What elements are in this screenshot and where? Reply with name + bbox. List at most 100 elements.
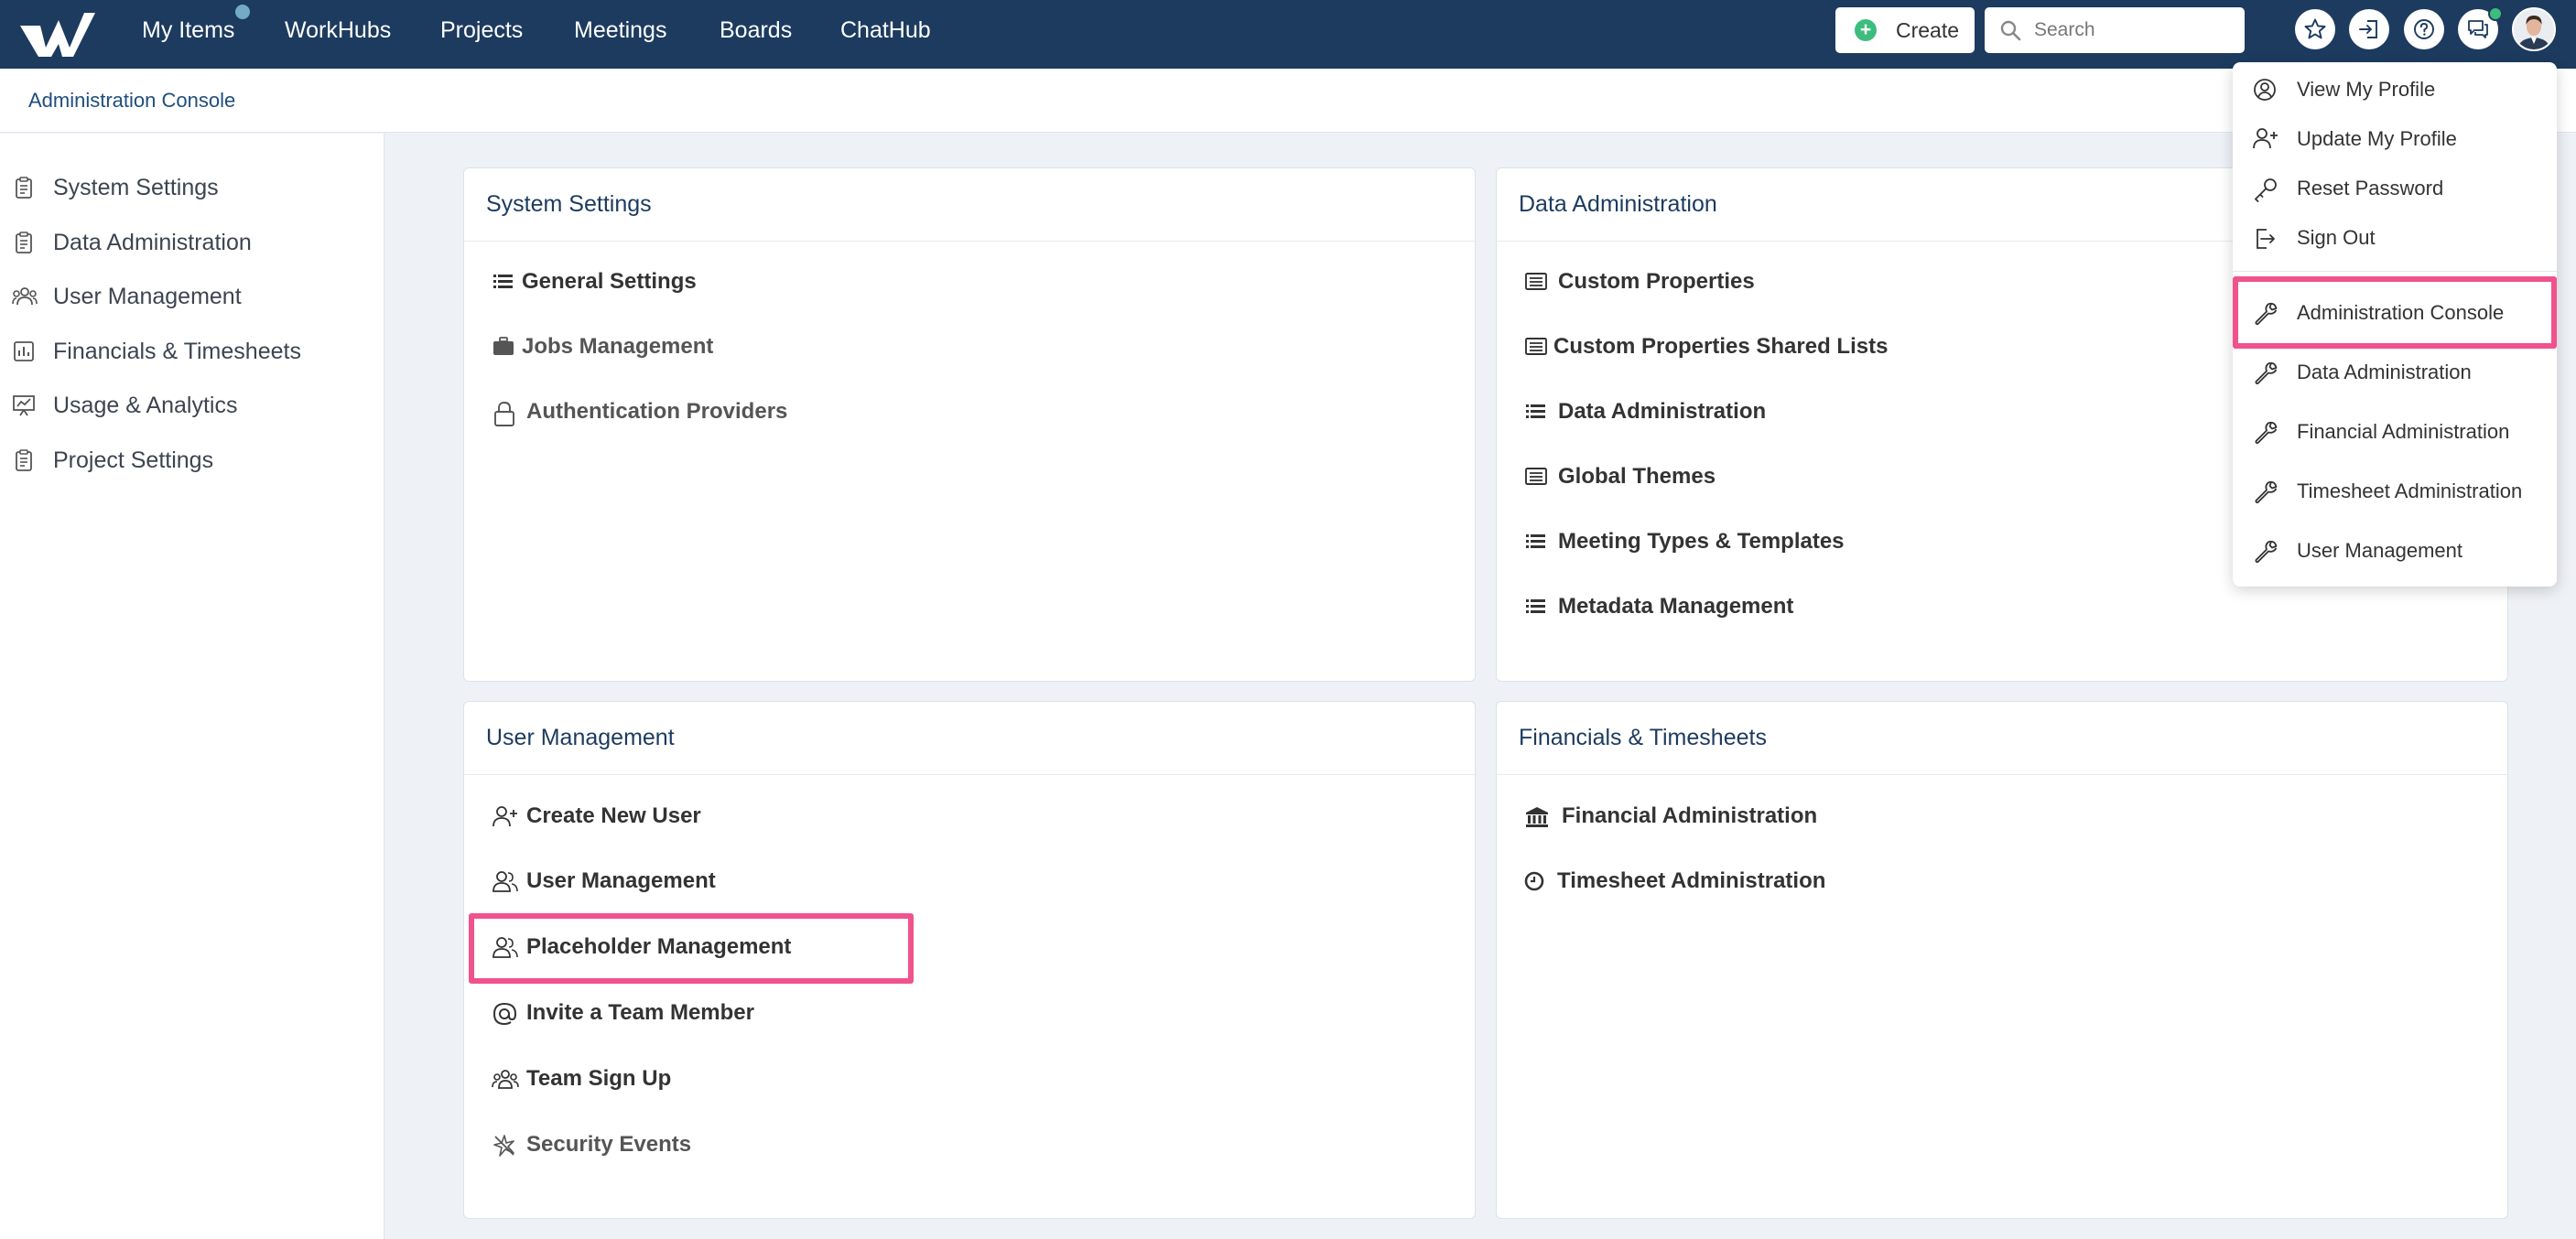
menu-item-update-my-profile[interactable]: Update My Profile bbox=[2233, 114, 2557, 164]
sidebar-item-label: Financials & Timesheets bbox=[53, 339, 301, 364]
card-title: System Settings bbox=[486, 191, 652, 217]
card-financials-timesheets: Financials & Timesheets Financial Admini… bbox=[1496, 701, 2508, 1219]
link-create-new-user[interactable]: Create New User bbox=[492, 793, 876, 839]
breadcrumb-administration-console[interactable]: Administration Console bbox=[28, 69, 235, 133]
sidebar-item-label: Project Settings bbox=[53, 447, 214, 473]
link-label: Authentication Providers bbox=[526, 399, 788, 424]
card-user-management: User Management Create New User User Man… bbox=[463, 701, 1476, 1219]
clock-icon bbox=[1524, 871, 1544, 891]
nav-chathub[interactable]: ChatHub bbox=[840, 0, 931, 60]
sidebar-item-data-administration[interactable]: Data Administration bbox=[0, 220, 384, 265]
users-icon bbox=[492, 937, 518, 958]
nav-workhubs[interactable]: WorkHubs bbox=[285, 0, 391, 60]
app-logo[interactable] bbox=[18, 7, 97, 60]
menu-item-view-my-profile[interactable]: View My Profile bbox=[2233, 65, 2557, 114]
users-icon bbox=[12, 287, 38, 306]
breadcrumb: Administration Console bbox=[0, 69, 2576, 133]
nav-projects[interactable]: Projects bbox=[440, 0, 523, 60]
link-label: Meeting Types & Templates bbox=[1558, 529, 1845, 554]
menu-item-label: Data Administration bbox=[2297, 361, 2472, 383]
link-invite-team-member[interactable]: Invite a Team Member bbox=[492, 990, 876, 1036]
menu-item-label: Update My Profile bbox=[2297, 127, 2457, 150]
wrench-icon bbox=[2255, 480, 2278, 503]
link-metadata-management[interactable]: Metadata Management bbox=[1524, 584, 1982, 630]
link-label: Metadata Management bbox=[1558, 594, 1794, 619]
menu-item-sign-out[interactable]: Sign Out bbox=[2233, 213, 2557, 263]
user-circle-icon bbox=[2254, 79, 2276, 101]
sidebar-item-label: Data Administration bbox=[53, 230, 252, 255]
card-divider bbox=[464, 241, 1475, 242]
user-avatar[interactable] bbox=[2512, 7, 2556, 51]
link-data-administration[interactable]: Data Administration bbox=[1524, 389, 1982, 435]
link-placeholder-management[interactable]: Placeholder Management bbox=[492, 924, 876, 970]
sidebar-item-user-management[interactable]: User Management bbox=[0, 274, 384, 319]
menu-item-reset-password[interactable]: Reset Password bbox=[2233, 164, 2557, 213]
list-icon bbox=[1526, 534, 1545, 548]
link-label: Jobs Management bbox=[522, 334, 714, 359]
nav-my-items[interactable]: My Items bbox=[142, 0, 234, 60]
wrench-icon bbox=[2255, 361, 2278, 384]
link-team-sign-up[interactable]: Team Sign Up bbox=[492, 1056, 876, 1102]
sidebar-item-system-settings[interactable]: System Settings bbox=[0, 165, 384, 210]
link-label: Financial Administration bbox=[1562, 803, 1818, 828]
search-box bbox=[1985, 7, 2245, 53]
link-user-management[interactable]: User Management bbox=[492, 858, 876, 904]
search-icon bbox=[2000, 20, 2021, 41]
card-divider bbox=[464, 774, 1475, 775]
nav-meetings[interactable]: Meetings bbox=[574, 0, 666, 60]
link-meeting-types-templates[interactable]: Meeting Types & Templates bbox=[1524, 519, 1982, 565]
help-button[interactable] bbox=[2404, 9, 2444, 49]
link-label: User Management bbox=[526, 868, 716, 893]
sidebar-item-label: System Settings bbox=[53, 175, 219, 200]
link-financial-administration[interactable]: Financial Administration bbox=[1524, 793, 1936, 839]
sidebar-item-financials-timesheets[interactable]: Financials & Timesheets bbox=[0, 329, 384, 374]
help-icon bbox=[2414, 19, 2434, 39]
switch-account-button[interactable] bbox=[2349, 9, 2389, 49]
list-icon bbox=[1526, 599, 1545, 613]
top-navigation-bar: My Items WorkHubs Projects Meetings Boar… bbox=[0, 0, 2576, 69]
lock-icon bbox=[494, 402, 514, 426]
card-system-settings: System Settings General Settings Jobs Ma… bbox=[463, 167, 1476, 682]
user-plus-icon bbox=[492, 806, 517, 827]
menu-item-timesheet-administration[interactable]: Timesheet Administration bbox=[2233, 467, 2557, 516]
security-events-icon bbox=[493, 1135, 514, 1157]
bar-chart-icon bbox=[14, 341, 34, 361]
list-box-icon bbox=[1525, 468, 1547, 485]
create-button[interactable]: + Create bbox=[1835, 7, 1975, 53]
wrench-icon bbox=[2255, 540, 2278, 563]
menu-item-administration-console[interactable]: Administration Console bbox=[2233, 288, 2557, 338]
sidebar-item-usage-analytics[interactable]: Usage & Analytics bbox=[0, 382, 384, 428]
link-label: Placeholder Management bbox=[526, 934, 792, 959]
menu-item-label: View My Profile bbox=[2297, 78, 2436, 101]
presentation-chart-icon bbox=[13, 395, 35, 416]
search-input[interactable] bbox=[2034, 7, 2235, 53]
sidebar-item-project-settings[interactable]: Project Settings bbox=[0, 437, 384, 483]
my-items-notification-dot bbox=[233, 3, 252, 21]
link-general-settings[interactable]: General Settings bbox=[492, 259, 858, 305]
link-label: Global Themes bbox=[1558, 464, 1716, 489]
menu-item-financial-administration[interactable]: Financial Administration bbox=[2233, 407, 2557, 457]
favorites-button[interactable] bbox=[2295, 9, 2335, 49]
star-icon bbox=[2304, 18, 2326, 39]
link-custom-properties-shared-lists[interactable]: Custom Properties Shared Lists bbox=[1524, 324, 1982, 370]
clipboard-icon bbox=[16, 232, 32, 253]
team-icon bbox=[492, 1070, 519, 1089]
at-sign-icon bbox=[492, 1002, 517, 1026]
link-timesheet-administration[interactable]: Timesheet Administration bbox=[1524, 858, 1936, 904]
nav-boards[interactable]: Boards bbox=[720, 0, 792, 60]
user-photo bbox=[2514, 9, 2554, 49]
card-title: Financials & Timesheets bbox=[1519, 725, 1767, 750]
link-label: Custom Properties Shared Lists bbox=[1553, 334, 1889, 359]
link-global-themes[interactable]: Global Themes bbox=[1524, 454, 1982, 500]
link-jobs-management[interactable]: Jobs Management bbox=[492, 324, 858, 370]
wrench-icon bbox=[2255, 421, 2278, 444]
link-authentication-providers[interactable]: Authentication Providers bbox=[492, 389, 858, 435]
menu-item-data-administration[interactable]: Data Administration bbox=[2233, 348, 2557, 397]
plus-icon: + bbox=[1855, 19, 1877, 41]
sidebar-item-label: Usage & Analytics bbox=[53, 393, 238, 418]
link-security-events[interactable]: Security Events bbox=[492, 1122, 876, 1168]
link-custom-properties[interactable]: Custom Properties bbox=[1524, 259, 1982, 305]
menu-item-user-management[interactable]: User Management bbox=[2233, 526, 2557, 576]
user-plus-icon bbox=[2253, 128, 2278, 149]
menu-item-label: Administration Console bbox=[2297, 301, 2505, 324]
